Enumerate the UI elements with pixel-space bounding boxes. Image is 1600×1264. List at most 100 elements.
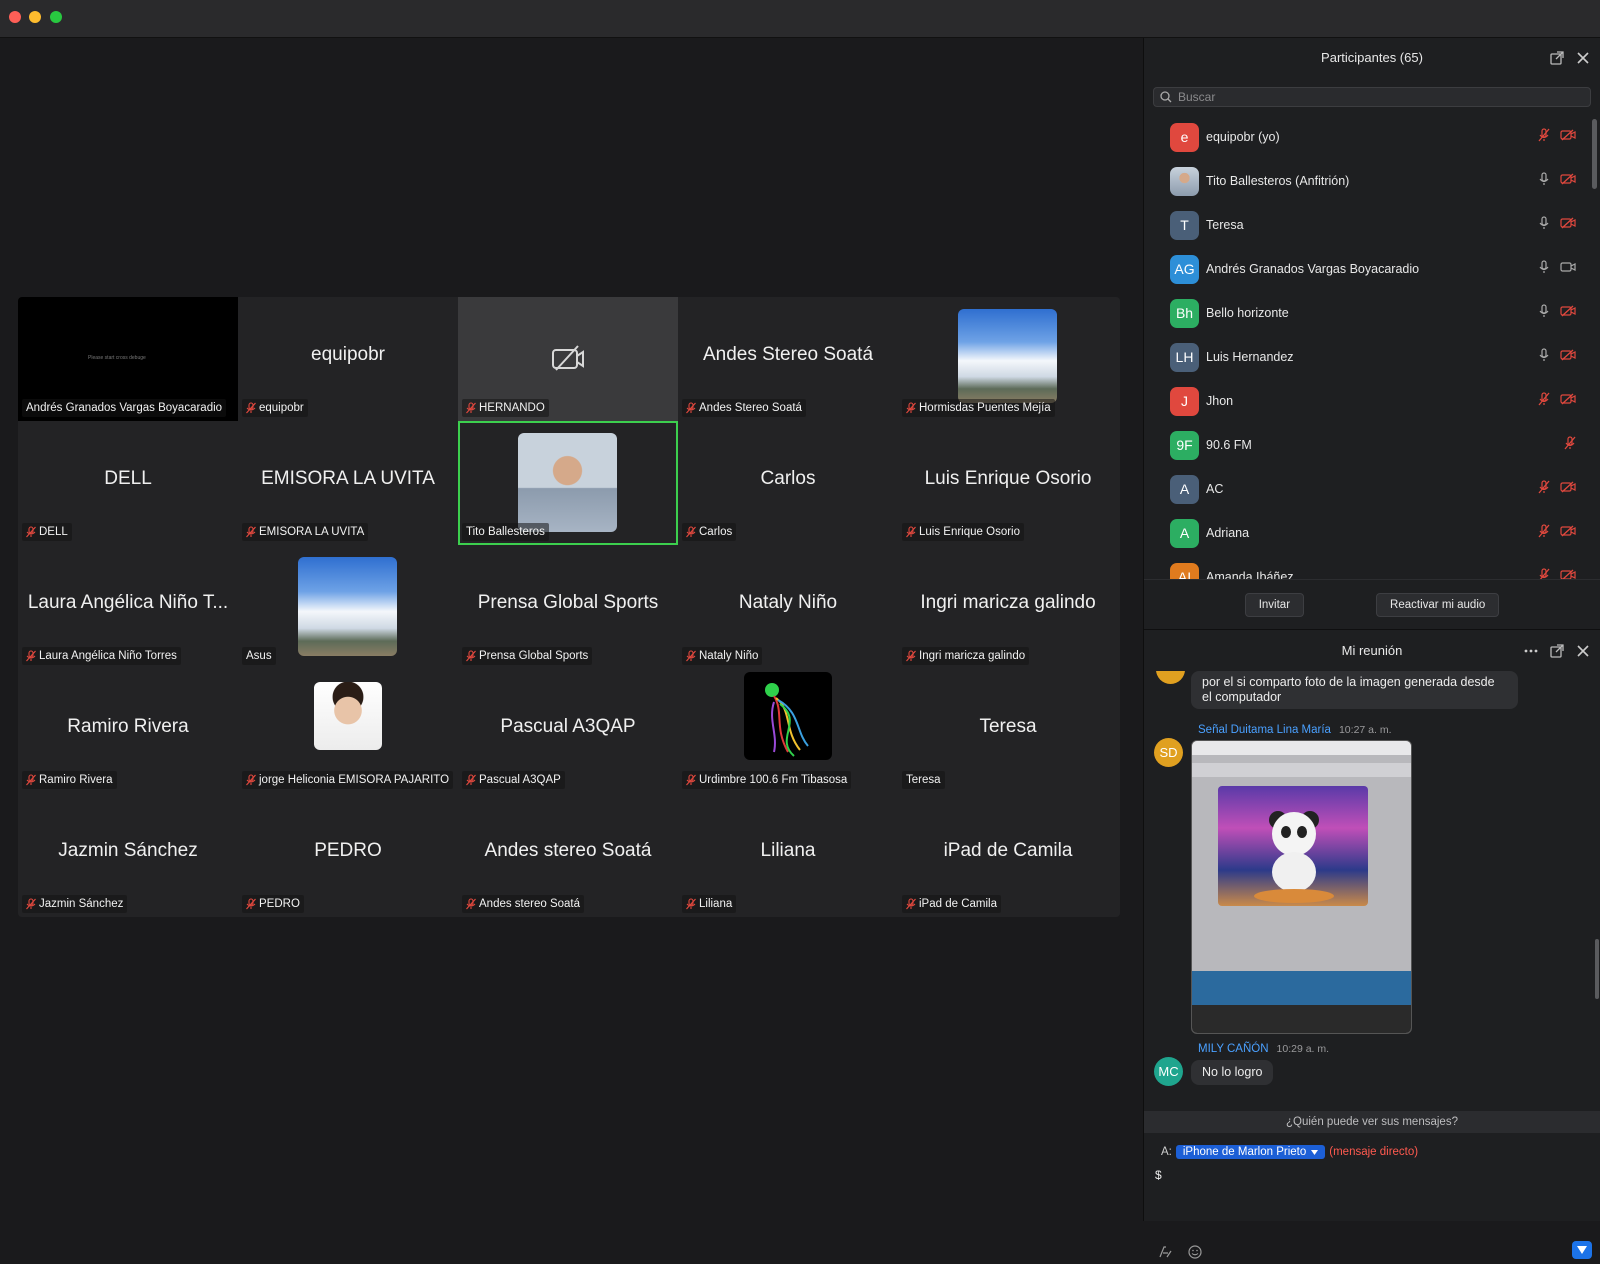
video-tile[interactable]: EMISORA LA UVITA EMISORA LA UVITA bbox=[238, 421, 458, 545]
participant-search-input[interactable]: Buscar bbox=[1153, 87, 1591, 107]
video-tile[interactable]: PEDRO PEDRO bbox=[238, 793, 458, 917]
video-tile[interactable]: Pascual A3QAP Pascual A3QAP bbox=[458, 669, 678, 793]
video-tile[interactable]: Prensa Global Sports Prensa Global Sport… bbox=[458, 545, 678, 669]
profile-picture bbox=[314, 682, 382, 750]
close-icon[interactable] bbox=[1576, 644, 1590, 658]
tile-name: Luis Enrique Osorio bbox=[919, 526, 1020, 538]
tile-name: PEDRO bbox=[259, 898, 300, 910]
chat-input[interactable]: $ bbox=[1155, 1168, 1162, 1182]
chat-title: Mi reunión bbox=[1341, 643, 1403, 658]
participant-row[interactable]: A AC bbox=[1144, 467, 1600, 511]
mic-muted-icon bbox=[686, 774, 696, 786]
participant-row[interactable]: e equipobr (yo) bbox=[1144, 115, 1600, 159]
participant-row[interactable]: Bh Bello horizonte bbox=[1144, 291, 1600, 335]
tile-name-label: HERNANDO bbox=[462, 399, 549, 417]
tile-display-name: PEDRO bbox=[314, 840, 382, 861]
participant-avatar: AG bbox=[1170, 254, 1199, 284]
more-options-icon[interactable] bbox=[1524, 644, 1538, 658]
video-tile[interactable]: Andes Stereo Soatá Andes Stereo Soatá bbox=[678, 297, 898, 421]
tile-name: equipobr bbox=[259, 402, 304, 414]
participant-status bbox=[1538, 568, 1576, 579]
video-tile[interactable]: Carlos Carlos bbox=[678, 421, 898, 545]
video-tile[interactable]: Ingri maricza galindo Ingri maricza gali… bbox=[898, 545, 1118, 669]
video-tile[interactable]: jorge Heliconia EMISORA PAJARITO bbox=[238, 669, 458, 793]
video-tile[interactable]: Jazmin Sánchez Jazmin Sánchez bbox=[18, 793, 238, 917]
video-tile[interactable]: Ramiro Rivera Ramiro Rivera bbox=[18, 669, 238, 793]
chat-scrollbar[interactable] bbox=[1595, 939, 1599, 999]
chevron-down-icon bbox=[1311, 1149, 1319, 1155]
video-tile[interactable]: Please start cross debuge Andrés Granado… bbox=[18, 297, 238, 421]
camera-off-icon bbox=[1560, 173, 1576, 185]
tile-name-label: Urdimbre 100.6 Fm Tibasosa bbox=[682, 771, 852, 789]
video-tile[interactable]: Nataly Niño Nataly Niño bbox=[678, 545, 898, 669]
mic-muted-icon bbox=[26, 898, 36, 910]
video-tile-active-speaker[interactable]: Tito Ballesteros bbox=[458, 421, 678, 545]
invite-button[interactable]: Invitar bbox=[1244, 592, 1305, 617]
video-tile[interactable]: Hormisdas Puentes Mejía bbox=[898, 297, 1118, 421]
tile-display-name: Pascual A3QAP bbox=[500, 716, 636, 737]
participant-row[interactable]: J Jhon bbox=[1144, 379, 1600, 423]
participant-row[interactable]: A Adriana bbox=[1144, 511, 1600, 555]
mic-muted-icon bbox=[1538, 480, 1550, 494]
emoji-icon[interactable] bbox=[1188, 1245, 1202, 1259]
participant-row[interactable]: Tito Ballesteros (Anfitrión) bbox=[1144, 159, 1600, 203]
who-can-see-messages[interactable]: ¿Quién puede ver sus mensajes? bbox=[1144, 1111, 1600, 1133]
mic-muted-icon bbox=[26, 526, 36, 538]
pop-out-icon[interactable] bbox=[1550, 51, 1564, 65]
tile-name-label: Pascual A3QAP bbox=[462, 771, 565, 789]
video-tile[interactable]: Andes stereo Soatá Andes stereo Soatá bbox=[458, 793, 678, 917]
camera-off-icon bbox=[1560, 393, 1576, 405]
chat-messages[interactable]: por el si comparto foto de la imagen gen… bbox=[1144, 671, 1600, 1111]
gallery-grid: Please start cross debuge Andrés Granado… bbox=[18, 297, 1120, 917]
chat-compose-area[interactable]: A: iPhone de Marlon Prieto (mensaje dire… bbox=[1144, 1133, 1600, 1261]
participant-list[interactable]: e equipobr (yo) Tito Ballesteros (Anfitrió… bbox=[1144, 115, 1600, 579]
video-tile[interactable]: equipobr equipobr bbox=[238, 297, 458, 421]
camera-off-icon bbox=[1560, 569, 1576, 579]
participants-title: Participantes (65) bbox=[1321, 50, 1423, 65]
camera-off-icon bbox=[1560, 481, 1576, 493]
tile-display-name: Laura Angélica Niño T... bbox=[27, 592, 229, 613]
video-tile[interactable]: DELL DELL bbox=[18, 421, 238, 545]
unmute-my-audio-button[interactable]: Reactivar mi audio bbox=[1376, 592, 1500, 617]
minimize-window-button[interactable] bbox=[29, 11, 41, 23]
participant-row[interactable]: LH Luis Hernandez bbox=[1144, 335, 1600, 379]
pop-out-icon[interactable] bbox=[1550, 644, 1564, 658]
participant-avatar: A bbox=[1170, 474, 1199, 504]
who-can-see-text: ¿Quién puede ver sus mensajes? bbox=[1286, 1116, 1458, 1128]
video-tile[interactable]: Asus bbox=[238, 545, 458, 669]
send-button[interactable] bbox=[1572, 1241, 1592, 1259]
sender-name: Señal Duitama Lina María bbox=[1198, 724, 1331, 736]
video-tile[interactable]: Luis Enrique Osorio Luis Enrique Osorio bbox=[898, 421, 1118, 545]
video-tile[interactable]: Urdimbre 100.6 Fm Tibasosa bbox=[678, 669, 898, 793]
tile-name: HERNANDO bbox=[479, 402, 545, 414]
mic-muted-icon bbox=[466, 774, 476, 786]
participant-row[interactable]: 9F 90.6 FM bbox=[1144, 423, 1600, 467]
participant-status bbox=[1564, 436, 1576, 450]
video-tile[interactable]: Laura Angélica Niño T... Laura Angélica … bbox=[18, 545, 238, 669]
tile-display-name: Luis Enrique Osorio bbox=[924, 468, 1092, 489]
video-tile[interactable]: HERNANDO bbox=[458, 297, 678, 421]
video-tile[interactable]: Teresa Teresa bbox=[898, 669, 1118, 793]
participant-row[interactable]: AG Andrés Granados Vargas Boyacaradio bbox=[1144, 247, 1600, 291]
format-text-icon[interactable] bbox=[1158, 1245, 1172, 1259]
microphone-logo-icon bbox=[765, 683, 809, 757]
tile-name: EMISORA LA UVITA bbox=[259, 526, 365, 538]
participant-avatar: 9F bbox=[1170, 430, 1199, 460]
close-icon[interactable] bbox=[1576, 51, 1590, 65]
recipient-dropdown[interactable]: iPhone de Marlon Prieto bbox=[1175, 1145, 1326, 1159]
close-window-button[interactable] bbox=[9, 11, 21, 23]
title-bar bbox=[0, 0, 1600, 38]
participant-row[interactable]: T Teresa bbox=[1144, 203, 1600, 247]
tile-name: Asus bbox=[246, 650, 272, 662]
direct-message-note: (mensaje directo) bbox=[1329, 1146, 1419, 1158]
camera-off-icon bbox=[1560, 129, 1576, 141]
profile-picture bbox=[298, 557, 397, 656]
video-tile[interactable]: Liliana Liliana bbox=[678, 793, 898, 917]
tile-name: Jazmin Sánchez bbox=[39, 898, 124, 910]
zoom-window-button[interactable] bbox=[50, 11, 62, 23]
mic-icon bbox=[1539, 216, 1549, 229]
mic-muted-icon bbox=[1538, 128, 1550, 142]
participant-row[interactable]: AI Amanda Ibáñez bbox=[1144, 555, 1600, 579]
video-tile[interactable]: iPad de Camila iPad de Camila bbox=[898, 793, 1118, 917]
chat-image-attachment[interactable] bbox=[1191, 740, 1412, 1034]
